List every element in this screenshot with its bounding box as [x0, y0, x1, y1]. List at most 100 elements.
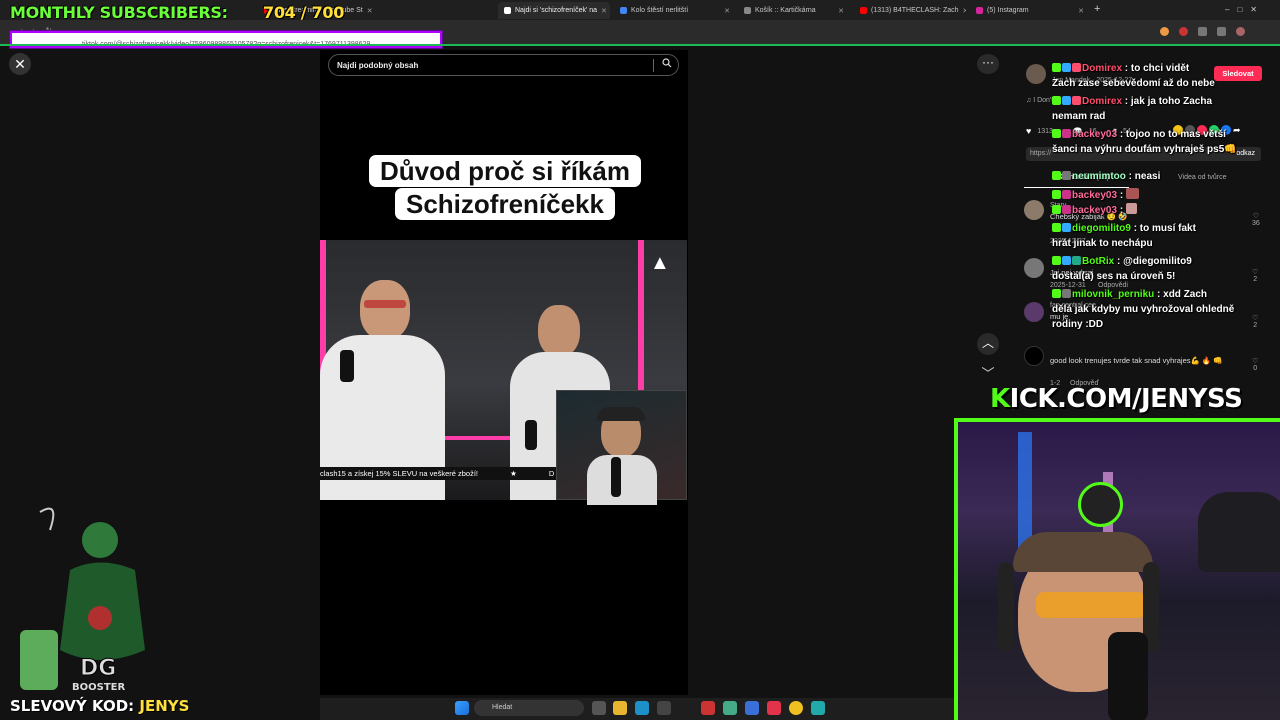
extension-icon[interactable]: [1179, 27, 1188, 36]
sunglasses: [364, 300, 406, 308]
comment-like[interactable]: ♡ 0: [1252, 357, 1258, 372]
windows-start-icon[interactable]: [455, 701, 469, 715]
streamer-reaction-cam: [556, 390, 687, 505]
close-tab-icon[interactable]: ✕: [367, 7, 373, 15]
chat-message: Domirex : jak ja toho Zacha: [1052, 94, 1237, 109]
moderator-badge-icon: [1052, 96, 1061, 105]
comment-text: good look trenujes tvrde tak snad vyhraj…: [1050, 356, 1223, 365]
streamer-webcam: [954, 418, 1280, 720]
taskbar-search[interactable]: Hledat: [474, 700, 584, 716]
chat-username[interactable]: neumimtoo: [1072, 171, 1126, 182]
chat-username[interactable]: BotRix: [1082, 256, 1114, 267]
tab-youtube-b4theclash[interactable]: (1313) B4THECLASH: Zach ✕: [854, 2, 966, 19]
chat-message: neumimtoo : neasi: [1052, 169, 1237, 184]
subscriber-badge-icon: [1062, 171, 1071, 180]
chat-text: : @diegomilito9: [1117, 256, 1192, 267]
close-tab-icon[interactable]: ✕: [724, 7, 730, 15]
link-text: https://: [1030, 150, 1052, 157]
heart-icon[interactable]: ♥: [1026, 126, 1031, 136]
tab-label: Najdi si 'schizofreníček' na: [515, 7, 598, 14]
file-explorer-icon[interactable]: [613, 701, 627, 715]
creator-avatar[interactable]: [1026, 64, 1046, 84]
subscriber-badge-icon: [1062, 129, 1071, 138]
tab-instagram[interactable]: (5) Instagram ✕: [970, 2, 1090, 19]
puzzle-icon[interactable]: [1217, 27, 1226, 36]
person-head: [538, 305, 580, 357]
moderator-badge-icon: [1052, 289, 1061, 298]
kick-url-overlay: KICK.COM/JENYSS: [990, 384, 1243, 414]
extension-icon[interactable]: [1198, 27, 1207, 36]
comment-like-count: 2: [1253, 322, 1258, 329]
chat-username[interactable]: Domirex: [1082, 96, 1122, 107]
commenter-avatar[interactable]: [1024, 200, 1044, 220]
comment-like[interactable]: ♡ 36: [1252, 212, 1260, 227]
moderator-badge-icon: [1052, 256, 1061, 265]
similar-content-search[interactable]: Najdi podobný obsah: [328, 54, 679, 76]
chat-text: : to musí fakt: [1133, 223, 1196, 234]
tab-kosik[interactable]: Košík :: Kartičkárna ✕: [738, 2, 850, 19]
previous-video-button[interactable]: ︿: [977, 333, 999, 355]
music-icon[interactable]: [767, 701, 781, 715]
chat-text: : tojoo no to mas větší: [1119, 129, 1226, 140]
app-icon[interactable]: [701, 701, 715, 715]
caption-line-2: Schizofreníčekk: [395, 188, 615, 220]
close-tab-icon[interactable]: ✕: [601, 7, 607, 15]
close-tab-icon[interactable]: ✕: [963, 7, 966, 15]
chat-message: diegomilito9 : to musí fakt: [1052, 221, 1237, 236]
app-icon[interactable]: [745, 701, 759, 715]
chrome-icon[interactable]: [789, 701, 803, 715]
kick-url-text: ICK.COM/JENYSS: [1009, 384, 1243, 414]
chat-text: dělá jak kdyby mu vyhrožoval ohledně: [1052, 304, 1235, 315]
event-logo-icon: ▲: [650, 252, 670, 274]
search-icon[interactable]: [662, 58, 672, 71]
close-button[interactable]: ✕: [9, 53, 31, 75]
xbox-controller-icon: [1078, 482, 1123, 527]
search-placeholder: Najdi podobný obsah: [337, 60, 419, 70]
tab-label: Košík :: Kartičkárna: [755, 7, 816, 14]
chat-username[interactable]: backey03: [1072, 129, 1117, 140]
subscriber-badge-icon: [1062, 63, 1071, 72]
window-controls[interactable]: –□✕: [1225, 5, 1265, 14]
commenter-avatar[interactable]: [1024, 302, 1044, 322]
chat-username[interactable]: milovnik_perniku: [1072, 289, 1154, 300]
chrome-icon[interactable]: [723, 701, 737, 715]
moderator-badge-icon: [1052, 171, 1061, 180]
ticker-text: clash15 a získej 15% SLEVU na veškeré zb…: [320, 469, 478, 478]
task-view-icon[interactable]: [592, 701, 606, 715]
chat-message: backey03 : tojoo no to mas větší: [1052, 127, 1237, 142]
chat-text: : neasi: [1128, 171, 1161, 182]
orange-glasses: [1036, 592, 1146, 618]
comment-like[interactable]: ♡ 2: [1252, 314, 1258, 329]
profile-avatar[interactable]: [1236, 27, 1245, 36]
app-icon[interactable]: [811, 701, 825, 715]
moderator-badge-icon: [1052, 63, 1061, 72]
svg-text:BOOSTER: BOOSTER: [72, 682, 125, 693]
next-video-button[interactable]: ﹀: [977, 364, 999, 386]
headphones: [597, 407, 645, 421]
chat-username[interactable]: Domirex: [1082, 63, 1122, 74]
tab-tiktok-search[interactable]: Najdi si 'schizofreníček' na ✕: [498, 2, 610, 19]
comment-like[interactable]: ♡ 2: [1252, 268, 1258, 283]
chat-username[interactable]: backey03: [1072, 190, 1117, 201]
extension-icon[interactable]: [1160, 27, 1169, 36]
close-tab-icon[interactable]: ✕: [1078, 7, 1084, 15]
new-tab-button[interactable]: +: [1094, 3, 1100, 15]
chat-message: Domirex : to chci vidět: [1052, 61, 1237, 76]
close-tab-icon[interactable]: ✕: [838, 7, 844, 15]
more-options-button[interactable]: ···: [977, 54, 999, 74]
site-icon: [620, 7, 627, 14]
tab-label: Kolo štěstí nerlitští: [631, 7, 689, 14]
toolbar-accent-line: [0, 44, 1280, 46]
copy-link-button[interactable]: odkaz: [1236, 150, 1255, 157]
tab-kolo-stesti[interactable]: Kolo štěstí nerlitští ✕: [614, 2, 736, 19]
stream-chat: Domirex : to chci vidět Zach zase sebevě…: [1052, 61, 1237, 332]
store-icon[interactable]: [657, 701, 671, 715]
commenter-avatar[interactable]: [1024, 346, 1044, 366]
extension-icons[interactable]: [1160, 27, 1245, 36]
chat-username[interactable]: backey03: [1072, 205, 1117, 216]
promo-label: SLEVOVÝ KOD:: [10, 697, 135, 715]
chat-username[interactable]: diegomilito9: [1072, 223, 1131, 234]
taskbar-search-label: Hledat: [492, 704, 513, 711]
commenter-avatar[interactable]: [1024, 258, 1044, 278]
edge-icon[interactable]: [635, 701, 649, 715]
